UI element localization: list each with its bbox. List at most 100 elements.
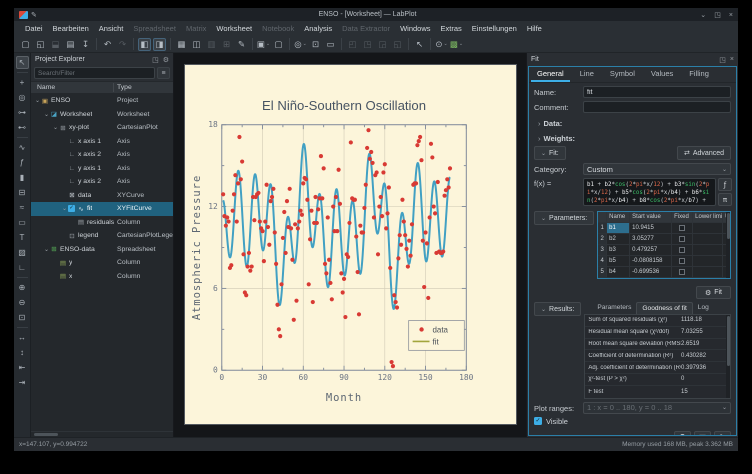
add-xy-curve-icon[interactable]: ∿ [16,141,29,154]
tree-item-legend[interactable]: ⊡legendCartesianPlotLegen [31,229,173,243]
add-boxplot-icon[interactable]: ⊟ [16,186,29,199]
add-equation-curve-icon[interactable]: ƒ [16,156,29,169]
fixed-checkbox[interactable] [679,236,685,242]
param-name-cell[interactable]: b4 [607,267,630,278]
insert-function-icon[interactable]: ƒ [718,178,732,191]
param-lower-cell[interactable] [693,267,723,278]
menu-spreadsheet[interactable]: Spreadsheet [128,22,181,35]
tab-values[interactable]: Values [643,67,681,82]
data-section-toggle[interactable]: ›Data: [538,119,731,128]
tab-filling[interactable]: Filling [681,67,717,82]
parameters-scrollbar[interactable] [726,212,730,278]
zoom-icon[interactable]: ◎⌄ [294,38,307,51]
tree-item-x-axis-2[interactable]: ∟x axis 2Axis [31,148,173,162]
param-fixed-cell[interactable] [672,223,693,234]
minimize-icon[interactable]: ⌄ [700,12,706,19]
param-lower-cell[interactable] [693,223,723,234]
param-name-cell[interactable]: b5 [607,256,630,267]
comment-input[interactable] [583,101,731,113]
param-start-cell[interactable]: -0.699536 [630,267,672,278]
menu-einstellungen[interactable]: Einstellungen [467,22,522,35]
param-name-cell[interactable]: b1 [607,223,630,234]
fixed-checkbox[interactable] [679,247,685,253]
tab-general[interactable]: General [529,67,572,82]
zoom-in-icon[interactable]: ⊕ [16,281,29,294]
menu-matrix[interactable]: Matrix [181,22,211,35]
add-image-icon[interactable]: ▨ [16,246,29,259]
tree-header[interactable]: Name Type [31,81,173,94]
zoom-out-icon[interactable]: ⊖ [16,296,29,309]
edit-results-icon[interactable]: ✎ [714,431,731,436]
zoom-select-icon[interactable]: ◎ [16,91,29,104]
param-fixed-cell[interactable] [672,245,693,256]
plot-ranges-select[interactable]: 1 : x = 0 .. 180, y = 0 .. 18 ⌄ [583,402,731,414]
zoom-mode-icon[interactable]: ⊙⌄ [435,38,448,51]
fit-dock-float-icon[interactable]: ◳ [719,56,726,64]
menu-datei[interactable]: Datei [20,22,48,35]
new-note-icon[interactable]: ✎ [235,38,248,51]
menu-data-extractor[interactable]: Data Extractor [337,22,395,35]
save-results-icon[interactable]: ▦ [694,431,711,436]
expander-icon[interactable]: ⌄ [61,205,68,212]
param-fixed-cell[interactable] [672,256,693,267]
fit-dock-close-icon[interactable]: × [730,56,734,63]
tree-item-y-axis-2[interactable]: ∟y axis 2Axis [31,175,173,189]
results-scrollbar[interactable] [726,315,730,398]
param-lower-cell[interactable] [693,234,723,245]
results-tab-parameters[interactable]: Parameters [592,302,636,314]
menu-extras[interactable]: Extras [436,22,467,35]
crosshair-cursor-icon[interactable]: + [16,76,29,89]
tab-symbol[interactable]: Symbol [602,67,643,82]
tab-line[interactable]: Line [572,67,602,82]
advanced-button[interactable]: ⇄Advanced [677,146,731,160]
insert-constant-icon[interactable]: π [718,193,732,206]
search-input[interactable] [34,67,155,79]
open-project-icon[interactable]: ◱ [34,38,47,51]
param-name-cell[interactable]: b2 [607,234,630,245]
filter-options-icon[interactable]: ≡ [157,67,170,79]
add-legend-icon[interactable]: ▭ [16,216,29,229]
auto-scale-y-icon[interactable]: ↕ [16,346,29,359]
menu-bearbeiten[interactable]: Bearbeiten [48,22,94,35]
expander-icon[interactable]: ⌄ [43,246,50,253]
y-axis-label[interactable]: Atmospheric Pressure [191,175,203,320]
visible-checkbox[interactable]: ✓ [534,417,542,425]
tree-item-xy-plot[interactable]: ⌄⊞xy-plotCartesianPlot [31,121,173,135]
add-histogram-icon[interactable]: ▮ [16,171,29,184]
menu-analysis[interactable]: Analysis [299,22,337,35]
plot-legend[interactable]: datafit [409,321,465,351]
fit-page-icon[interactable]: ⊡ [309,38,322,51]
worksheet-view[interactable]: 0306090120150180061218El Niño-Southern O… [174,53,526,437]
new-workbook-icon[interactable]: ◧ [138,38,151,51]
param-start-cell[interactable]: 3.05277 [630,234,672,245]
menu-worksheet[interactable]: Worksheet [211,22,257,35]
plot-svg[interactable]: 0306090120150180061218El Niño-Southern O… [185,65,516,424]
zoom-x-select-icon[interactable]: ⊶ [16,106,29,119]
tree-item-residuals[interactable]: ▤residualsColumn [31,216,173,230]
fit-curve[interactable] [223,144,450,309]
tree-item-enso-data[interactable]: ⌄⊞ENSO-dataSpreadsheet [31,243,173,257]
new-spreadsheet-icon[interactable]: ◨ [153,38,166,51]
tree-item-fit[interactable]: ⌄✓∿fitXYFitCurve [31,202,173,216]
select-cursor-icon[interactable]: ↖ [16,56,29,69]
name-input[interactable] [583,86,731,98]
tree-item-y[interactable]: ▤yColumn [31,256,173,270]
param-name-cell[interactable]: b3 [607,245,630,256]
parameters-section-toggle[interactable]: ⌄Parameters: [534,211,594,225]
add-fit-curve-icon[interactable]: ≈ [16,201,29,214]
expander-icon[interactable]: ⌄ [43,111,50,118]
plot-title[interactable]: El Niño-Southern Oscillation [262,98,426,113]
worksheet-page[interactable]: 0306090120150180061218El Niño-Southern O… [184,64,517,425]
param-start-cell[interactable]: -0.0808158 [630,256,672,267]
fit-section-toggle[interactable]: ⌄Fit: [534,146,566,160]
fixed-checkbox[interactable] [679,225,685,231]
weights-section-toggle[interactable]: ›Weights: [538,134,731,143]
auto-scale-x-icon[interactable]: ↔ [16,331,29,344]
explorer-hscrollbar[interactable] [31,431,173,437]
param-lower-cell[interactable] [693,256,723,267]
expander-icon[interactable]: ⌄ [34,97,41,104]
duplicate-icon[interactable]: ▢ [272,38,285,51]
param-start-cell[interactable]: 0.479257 [630,245,672,256]
tree-item-x-axis-1[interactable]: ∟x axis 1Axis [31,135,173,149]
results-tab-goodness-of-fit[interactable]: Goodness of fit [636,302,692,314]
